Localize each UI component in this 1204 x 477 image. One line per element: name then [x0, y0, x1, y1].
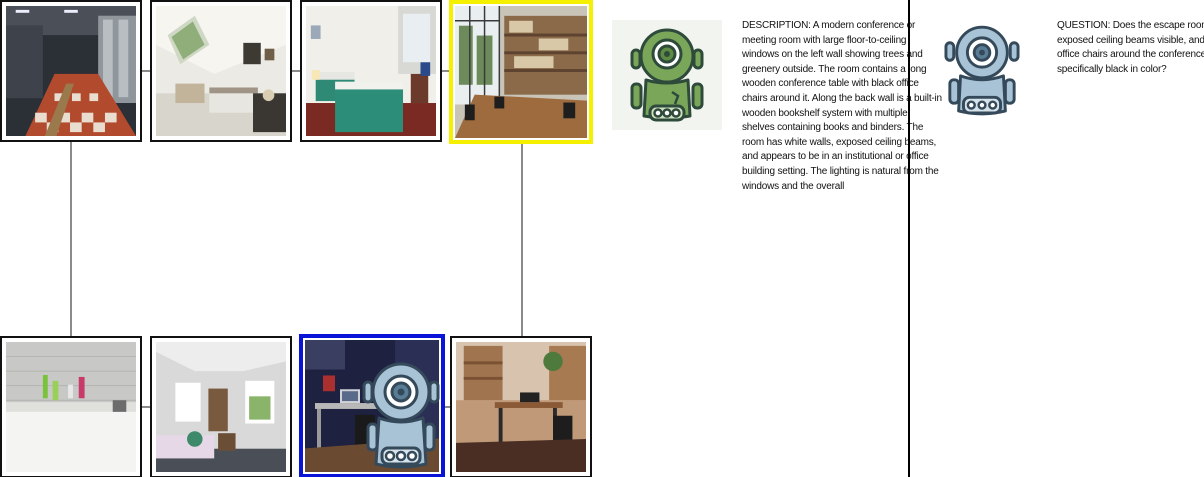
image-tile-bathroom[interactable] [0, 336, 142, 477]
question-line: specifically black in color? [1057, 63, 1167, 75]
blue-robot-icon [362, 360, 440, 476]
locker-room-image [6, 6, 136, 136]
connector-right [521, 142, 523, 337]
image-tile-home-office[interactable] [450, 336, 592, 477]
question-line: office chairs around the conference tabl… [1057, 49, 1204, 61]
image-tile-conference-room[interactable] [449, 0, 593, 144]
green-robot-icon [630, 28, 704, 122]
question-line: exposed ceiling beams visible, and are t… [1057, 34, 1204, 46]
home-office-image [456, 342, 586, 472]
image-tile-dormer-bedroom[interactable] [150, 336, 292, 477]
hotel-room-image [306, 6, 436, 136]
image-tile-hotel-room[interactable] [300, 0, 442, 142]
dormer-bedroom-image [156, 342, 286, 472]
questioner-agent-avatar [944, 22, 1020, 122]
bathroom-image [6, 342, 136, 472]
connector-left [70, 141, 72, 337]
blue-robot-icon [944, 25, 1020, 116]
question-line: QUESTION: Does the escape room have [1057, 20, 1204, 31]
image-tile-locker-room[interactable] [0, 0, 142, 142]
question-text: QUESTION: Does the escape room have expo… [1057, 19, 1204, 77]
conference-room-image [455, 6, 587, 138]
attic-bedroom-image [156, 6, 286, 136]
description-text: DESCRIPTION: A modern conference or meet… [742, 20, 942, 192]
describer-agent-avatar [612, 20, 722, 130]
image-tile-attic-bedroom[interactable] [150, 0, 292, 142]
panel-divider [908, 0, 910, 477]
